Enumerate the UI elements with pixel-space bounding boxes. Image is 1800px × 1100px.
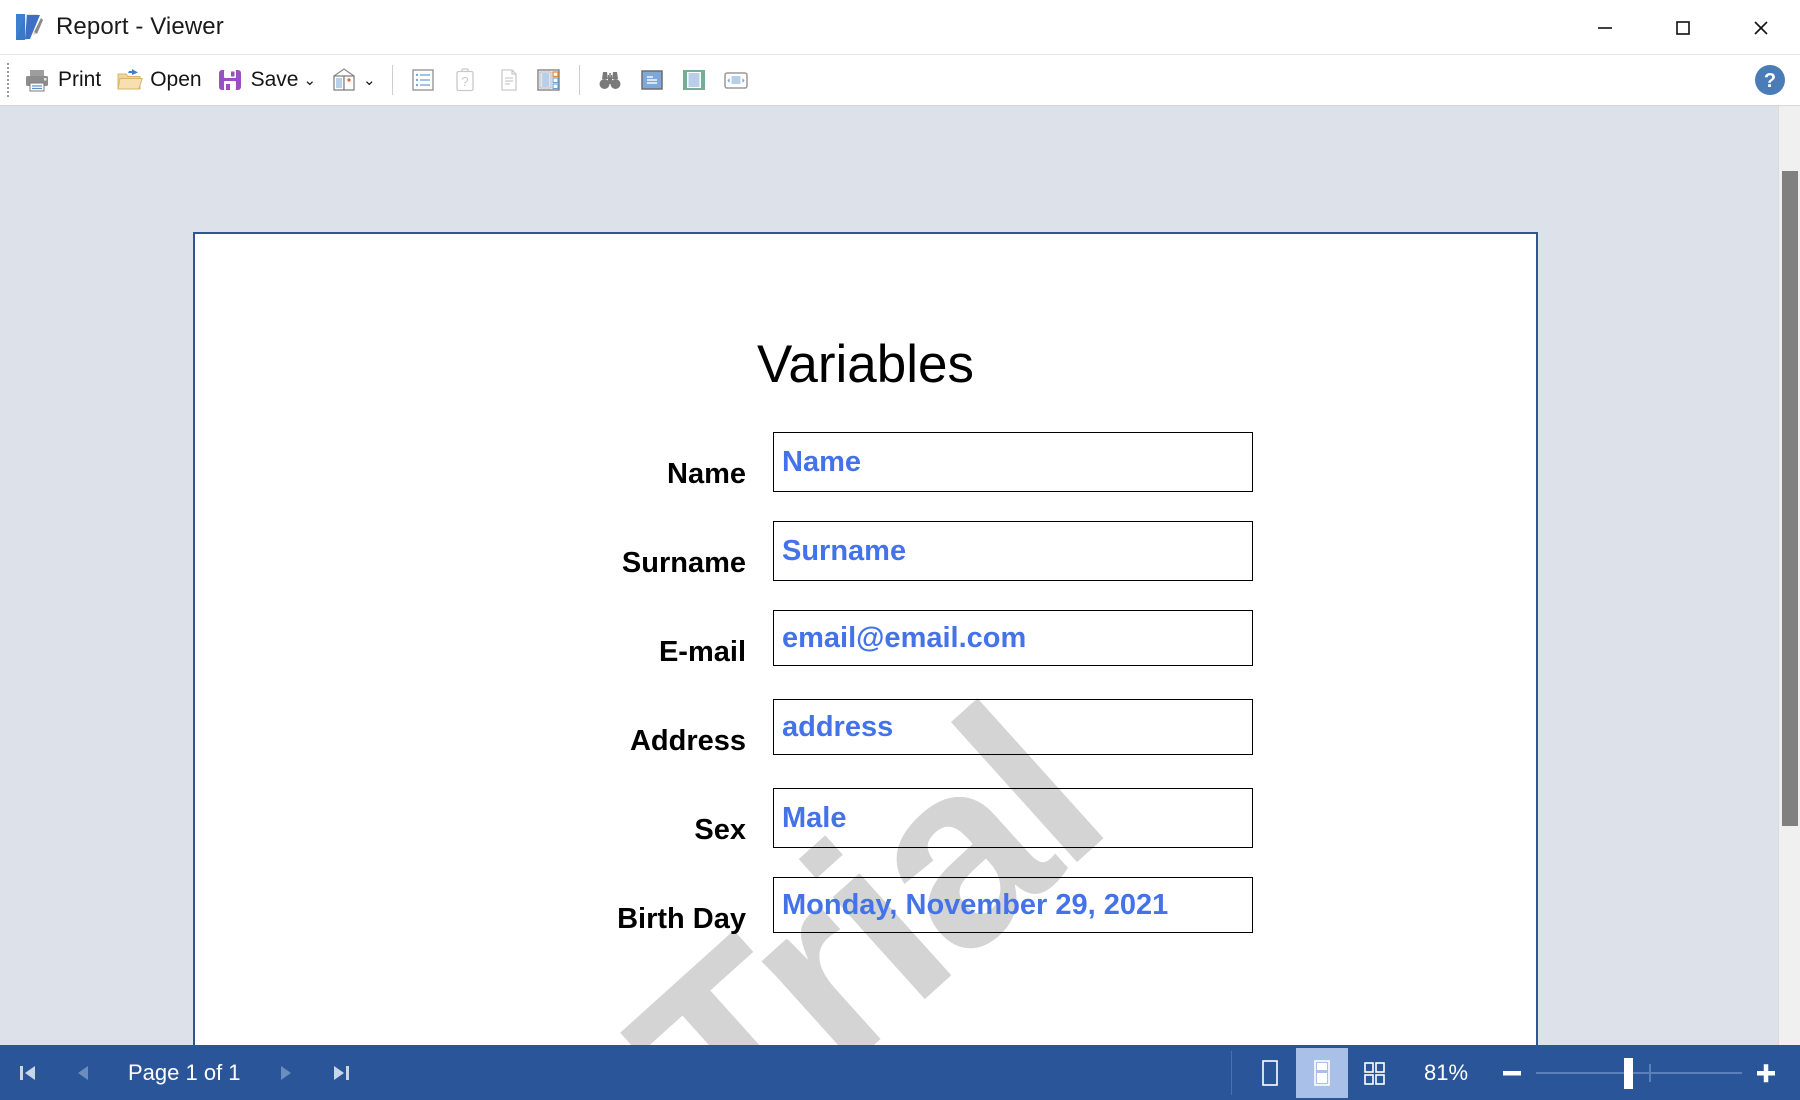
- bookmarks-button[interactable]: [402, 59, 444, 101]
- field-value: Monday, November 29, 2021: [782, 888, 1169, 921]
- field-label: Surname: [621, 547, 746, 579]
- page-setup-icon: [330, 66, 358, 94]
- thumbnails-panel-icon: [535, 66, 563, 94]
- field-row: Address address: [195, 699, 1536, 788]
- zoom-out-button[interactable]: [1492, 1050, 1532, 1096]
- window-title: Report - Viewer: [56, 13, 224, 40]
- toolbar-grip[interactable]: [7, 63, 9, 97]
- page-setup-button[interactable]: ⌄: [323, 59, 383, 101]
- app-logo-icon: [14, 12, 44, 42]
- thumbnails-panel-button[interactable]: [528, 59, 570, 101]
- copy-page-icon: [493, 66, 521, 94]
- status-bar-right: 81%: [1231, 1045, 1800, 1100]
- field-value-box[interactable]: Name: [773, 432, 1253, 492]
- save-label: Save: [250, 68, 299, 91]
- status-divider: [1231, 1050, 1232, 1095]
- status-bar: Page 1 of 1 81%: [0, 1045, 1800, 1100]
- field-value: email@email.com: [782, 621, 1027, 654]
- vertical-scrollbar[interactable]: [1778, 106, 1800, 1045]
- zoom-slider-tick: [1649, 1063, 1651, 1082]
- field-label: Birth Day: [617, 903, 746, 935]
- minimize-button[interactable]: [1566, 0, 1644, 55]
- field-value-box[interactable]: Male: [773, 788, 1253, 848]
- field-row: Birth Day Monday, November 29, 2021: [195, 877, 1536, 966]
- field-row: Sex Male: [195, 788, 1536, 877]
- printer-icon: [23, 66, 51, 94]
- field-label: E-mail: [658, 636, 746, 668]
- zoom-slider[interactable]: [1536, 1050, 1742, 1096]
- svg-text:?: ?: [1764, 70, 1776, 92]
- field-label: Sex: [694, 814, 746, 846]
- field-row: Name Name: [195, 432, 1536, 521]
- binoculars-find-icon: [596, 66, 624, 94]
- close-button[interactable]: [1722, 0, 1800, 55]
- document-page: Trial Variables Name Name Surname Surnam…: [193, 232, 1538, 1045]
- field-value: address: [782, 710, 894, 743]
- document-viewer: Trial Variables Name Name Surname Surnam…: [0, 106, 1800, 1045]
- page-indicator: Page 1 of 1: [128, 1059, 241, 1085]
- field-value: Name: [782, 445, 861, 478]
- print-label: Print: [58, 68, 102, 91]
- floppy-disk-icon: [216, 66, 244, 94]
- chevron-down-icon[interactable]: ⌄: [303, 73, 316, 88]
- zoom-level: 81%: [1423, 1059, 1469, 1085]
- report-title: Variables: [756, 335, 975, 394]
- last-page-button[interactable]: [313, 1045, 369, 1100]
- toolbar: Print Open Save ⌄ ⌄ ? ?: [0, 55, 1800, 106]
- parameters-button[interactable]: ?: [444, 59, 486, 101]
- continuous-view-icon: [680, 66, 708, 94]
- field-value-box[interactable]: Monday, November 29, 2021: [773, 877, 1253, 933]
- zoom-slider-thumb[interactable]: [1624, 1057, 1633, 1089]
- multi-page-layout-button[interactable]: [1348, 1048, 1400, 1098]
- copy-page-button[interactable]: [486, 59, 528, 101]
- help-button[interactable]: ?: [1754, 64, 1786, 96]
- open-folder-icon: [115, 66, 143, 94]
- field-value-box[interactable]: email@email.com: [773, 610, 1253, 666]
- save-button[interactable]: Save ⌄: [209, 59, 323, 101]
- page-width-icon: [722, 66, 750, 94]
- svg-text:?: ?: [461, 74, 468, 89]
- zoom-slider-track: [1536, 1071, 1742, 1074]
- window-controls: [1566, 0, 1800, 55]
- bookmarks-list-icon: [409, 66, 437, 94]
- page-view-icon: [638, 66, 666, 94]
- maximize-button[interactable]: [1644, 0, 1722, 55]
- scrollbar-thumb[interactable]: [1782, 171, 1798, 826]
- page-width-view-button[interactable]: [715, 59, 757, 101]
- field-value-box[interactable]: address: [773, 699, 1253, 755]
- field-label: Name: [667, 458, 746, 490]
- continuous-view-button[interactable]: [673, 59, 715, 101]
- title-bar: Report - Viewer: [0, 0, 1800, 55]
- page-setup-chevron-down-icon[interactable]: ⌄: [363, 73, 376, 88]
- report-viewer-window: Report - Viewer Print Open Save ⌄ ⌄ ? ? …: [0, 0, 1800, 1100]
- field-label: Address: [629, 725, 746, 757]
- parameters-clipboard-icon: ?: [451, 66, 479, 94]
- toolbar-separator: [391, 65, 393, 95]
- field-row: E-mail email@email.com: [195, 610, 1536, 699]
- print-button[interactable]: Print: [16, 59, 108, 101]
- variables-field-list: Name Name Surname Surname E-mail email@e…: [195, 432, 1536, 966]
- single-page-view-button[interactable]: [631, 59, 673, 101]
- open-label: Open: [150, 68, 202, 91]
- find-button[interactable]: [589, 59, 631, 101]
- field-value: Surname: [782, 534, 907, 567]
- zoom-in-button[interactable]: [1746, 1050, 1786, 1096]
- report-page: Trial Variables Name Name Surname Surnam…: [193, 232, 1538, 1045]
- field-value-box[interactable]: Surname: [773, 521, 1253, 581]
- previous-page-button[interactable]: [56, 1045, 112, 1100]
- continuous-layout-button[interactable]: [1296, 1047, 1348, 1098]
- open-button[interactable]: Open: [108, 59, 208, 101]
- toolbar-separator-2: [578, 65, 580, 95]
- single-page-layout-button[interactable]: [1244, 1048, 1296, 1098]
- next-page-button[interactable]: [257, 1045, 313, 1100]
- field-row: Surname Surname: [195, 521, 1536, 610]
- field-value: Male: [782, 801, 847, 834]
- first-page-button[interactable]: [0, 1045, 56, 1100]
